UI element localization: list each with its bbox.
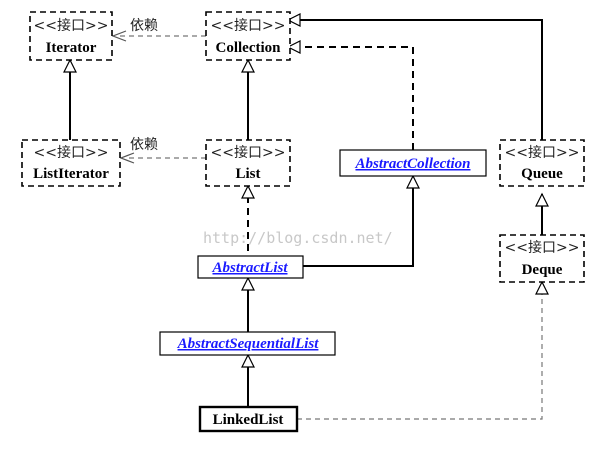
stereotype: <<接口>> (34, 17, 109, 34)
triangle-deque (535, 280, 549, 295)
node-label: AbstractSequentialList (177, 336, 320, 352)
node-abstractsequentiallist[interactable]: AbstractSequentialList (159, 331, 336, 356)
stereotype: <<接口>> (505, 144, 580, 161)
edge-abstractcollection-collection (298, 46, 414, 150)
node-abstractcollection[interactable]: AbstractCollection (339, 149, 487, 177)
watermark: http://blog.csdn.net/ (203, 229, 393, 247)
node-label: Deque (522, 262, 563, 278)
node-label: AbstractList (211, 260, 288, 276)
triangle-list (241, 184, 255, 199)
triangle-abstractsequentiallist (241, 353, 255, 368)
node-listiterator[interactable]: <<接口>> ListIterator (21, 139, 121, 187)
dependency-label: 依赖 (130, 137, 158, 153)
class-diagram: http://blog.csdn.net/ 依赖 依赖 <<接口>> Itera… (21, 11, 585, 433)
triangle-queue (535, 192, 549, 207)
node-label: Queue (521, 166, 563, 182)
stereotype: <<接口>> (211, 17, 286, 34)
node-abstractlist[interactable]: AbstractList (197, 255, 304, 279)
dependency-label: 依赖 (130, 18, 158, 34)
edge-queue-collection (298, 19, 543, 140)
node-label: ListIterator (33, 166, 109, 182)
stereotype: <<接口>> (505, 239, 580, 256)
triangle-abstractlist (241, 276, 255, 291)
node-list[interactable]: <<接口>> List (205, 139, 291, 187)
edge-abstractlist-abstractcollection (303, 184, 414, 267)
node-label: List (235, 166, 260, 182)
node-label: Iterator (46, 40, 97, 56)
triangle-iterator (63, 58, 77, 73)
node-deque[interactable]: <<接口>> Deque (499, 234, 585, 283)
node-label: LinkedList (213, 412, 284, 428)
node-linkedlist[interactable]: LinkedList (198, 405, 299, 433)
stereotype: <<接口>> (211, 144, 286, 161)
node-queue[interactable]: <<接口>> Queue (499, 139, 585, 187)
triangle-abstractcollection (406, 174, 420, 189)
node-collection[interactable]: <<接口>> Collection (205, 11, 291, 61)
triangle-collection (241, 58, 255, 73)
node-label: Collection (216, 40, 282, 56)
node-iterator[interactable]: <<接口>> Iterator (29, 11, 113, 61)
stereotype: <<接口>> (34, 144, 109, 161)
node-label: AbstractCollection (354, 156, 470, 172)
